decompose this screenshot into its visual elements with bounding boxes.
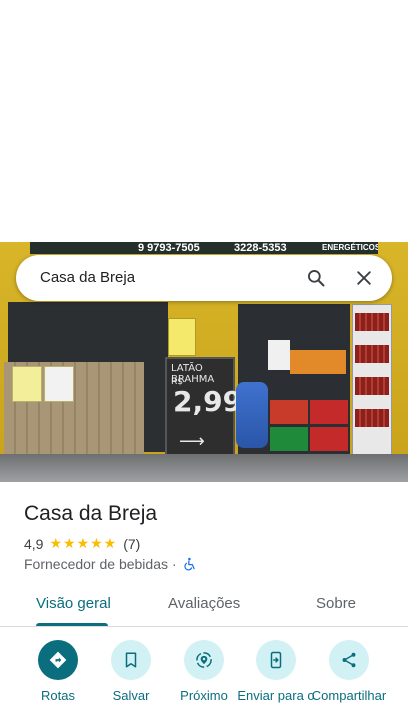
share-button[interactable]: Compartilhar	[309, 640, 389, 704]
save-button[interactable]: Salvar	[91, 640, 171, 704]
water-bottles	[236, 382, 268, 448]
directions-label: Rotas	[41, 688, 75, 703]
chalkboard-price: 2,99	[173, 385, 243, 418]
place-title: Casa da Breja	[24, 502, 158, 525]
beverage-fridge	[352, 304, 392, 456]
nearby-icon	[196, 652, 212, 668]
category-row: Fornecedor de bebidas ·	[24, 556, 197, 572]
fridge-bottles	[355, 409, 389, 427]
sign-right-text: ENERGÉTICOS	[322, 243, 378, 252]
review-count[interactable]: (7)	[123, 536, 140, 552]
price-chalkboard: LATÃO BRAHMA R$ 2,99 ⟶	[165, 357, 242, 459]
crate-orange	[290, 350, 346, 374]
wheelchair-accessible-icon	[184, 557, 195, 571]
tab-about[interactable]: Sobre	[316, 595, 356, 612]
crate-red	[310, 427, 348, 451]
bookmark-icon	[125, 652, 137, 668]
separator: ·	[172, 556, 177, 572]
close-icon[interactable]	[354, 268, 374, 288]
rating-value: 4,9	[24, 535, 44, 552]
rating-row[interactable]: 4,9 ★★★★★ (7)	[24, 535, 140, 552]
send-to-phone-icon	[270, 651, 282, 669]
share-icon	[342, 652, 356, 668]
fridge-bottles	[355, 313, 389, 331]
nearby-button-circle[interactable]	[184, 640, 224, 680]
search-input[interactable]: Casa da Breja	[40, 269, 135, 286]
directions-icon	[49, 651, 67, 669]
directions-button[interactable]: Rotas	[18, 640, 98, 704]
save-label: Salvar	[112, 688, 150, 703]
crate-red	[310, 400, 348, 424]
send-to-phone-button[interactable]: Enviar para o	[236, 640, 316, 704]
nearby-button[interactable]: Próximo	[164, 640, 244, 704]
sign-phone-1: 9 9793-7505	[138, 242, 200, 254]
tab-reviews[interactable]: Avaliações	[168, 595, 240, 612]
store-sign: 9 9793-7505 3228-5353 ENERGÉTICOS	[30, 242, 378, 254]
directions-button-circle[interactable]	[38, 640, 78, 680]
sidewalk	[0, 454, 408, 482]
fridge-bottles	[355, 345, 389, 363]
send-to-phone-label: Enviar para o	[237, 688, 315, 703]
action-bar: Rotas Salvar Próximo Enviar para o Compa…	[0, 640, 408, 724]
search-bar[interactable]: Casa da Breja	[16, 255, 392, 301]
save-button-circle[interactable]	[111, 640, 151, 680]
active-tab-indicator	[36, 623, 108, 626]
crate-red	[270, 400, 308, 424]
tab-overview[interactable]: Visão geral	[36, 595, 111, 612]
share-button-circle[interactable]	[329, 640, 369, 680]
share-label: Compartilhar	[311, 688, 387, 703]
counter-poster	[12, 366, 42, 402]
counter-poster	[44, 366, 74, 402]
place-category: Fornecedor de bebidas	[24, 556, 168, 572]
nearby-label: Próximo	[180, 688, 228, 703]
tab-bar: Visão geral Avaliações Sobre	[0, 588, 408, 627]
yellow-poster	[168, 318, 196, 356]
chalk-arrow-icon: ⟶	[179, 431, 205, 452]
crate-green	[270, 427, 308, 451]
star-rating-icon: ★★★★★	[49, 535, 118, 551]
search-icon[interactable]	[306, 268, 326, 288]
send-to-phone-button-circle[interactable]	[256, 640, 296, 680]
price-tag	[268, 340, 290, 370]
fridge-bottles	[355, 377, 389, 395]
sign-phone-2: 3228-5353	[234, 242, 287, 254]
